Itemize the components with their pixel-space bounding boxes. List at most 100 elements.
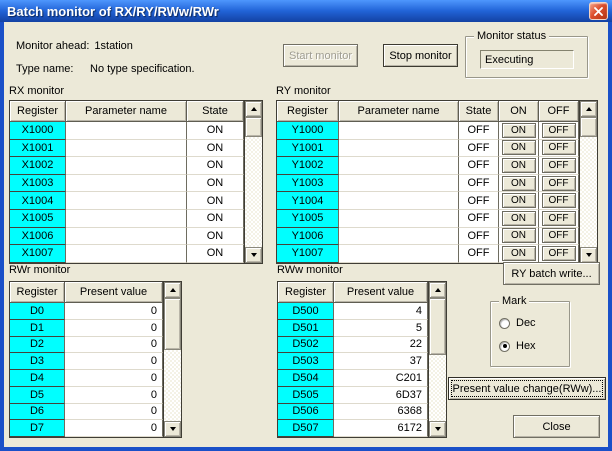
- rwr-value-cell: 0: [65, 387, 163, 404]
- ry-off-button[interactable]: OFF: [542, 140, 576, 155]
- rww-value-cell: 22: [334, 337, 428, 354]
- radio-hex-label: Hex: [516, 340, 536, 352]
- rww-register-cell: D503: [278, 353, 334, 370]
- ry-on-button[interactable]: ON: [502, 193, 536, 208]
- rx-scroll-down-button[interactable]: [245, 247, 262, 263]
- ry-on-button[interactable]: ON: [502, 228, 536, 243]
- ry-off-cell: OFF: [539, 140, 579, 158]
- rwr-grid: Register Present value D0 0 D1 0 D2 0 D3…: [10, 282, 163, 437]
- ry-on-cell: ON: [499, 122, 539, 140]
- mark-label: Mark: [499, 295, 529, 308]
- rww-header-register: Register: [278, 282, 334, 303]
- rx-state-cell: ON: [187, 192, 244, 210]
- ry-scroll-down-button[interactable]: [580, 247, 597, 263]
- ry-off-button[interactable]: OFF: [542, 246, 576, 261]
- rww-scroll-track[interactable]: [429, 355, 446, 421]
- ry-monitor-table: Register Parameter name State ON OFF Y10…: [276, 100, 598, 264]
- ry-off-button[interactable]: OFF: [542, 123, 576, 138]
- rwr-scroll-down-button[interactable]: [164, 421, 181, 437]
- rx-scroll-thumb[interactable]: [245, 117, 262, 137]
- ry-off-button[interactable]: OFF: [542, 193, 576, 208]
- ry-parameter-cell: [339, 192, 459, 210]
- rwr-scrollbar[interactable]: [163, 282, 181, 437]
- rww-scrollbar[interactable]: [428, 282, 446, 437]
- rww-register-cell: D501: [278, 320, 334, 337]
- rww-value-cell: 37: [334, 353, 428, 370]
- ry-scrollbar[interactable]: [579, 101, 597, 263]
- rx-state-cell: ON: [187, 245, 244, 263]
- ry-register-cell: Y1000: [277, 122, 339, 140]
- ry-on-cell: ON: [499, 140, 539, 158]
- rww-value-cell: 5: [334, 320, 428, 337]
- rx-scrollbar[interactable]: [244, 101, 262, 263]
- ry-parameter-cell: [339, 245, 459, 263]
- rx-scroll-up-button[interactable]: [245, 101, 262, 117]
- rww-scroll-thumb[interactable]: [429, 298, 446, 355]
- ry-parameter-cell: [339, 175, 459, 193]
- ry-off-button[interactable]: OFF: [542, 228, 576, 243]
- ry-on-button[interactable]: ON: [502, 211, 536, 226]
- radio-dec[interactable]: Dec: [499, 317, 536, 329]
- radio-hex[interactable]: Hex: [499, 340, 536, 352]
- rx-parameter-cell: [66, 175, 187, 193]
- ry-off-cell: OFF: [539, 122, 579, 140]
- start-monitor-button: Start monitor: [283, 44, 358, 67]
- close-button[interactable]: Close: [513, 415, 600, 438]
- ry-on-button[interactable]: ON: [502, 123, 536, 138]
- ry-state-cell: OFF: [459, 192, 499, 210]
- rx-monitor-label: RX monitor: [9, 85, 64, 98]
- rww-scroll-up-button[interactable]: [429, 282, 446, 298]
- rww-header-present-value: Present value: [334, 282, 428, 303]
- rx-scroll-track[interactable]: [245, 137, 262, 247]
- rwr-value-cell: 0: [65, 303, 163, 320]
- ry-header-state: State: [459, 101, 499, 122]
- arrow-down-icon: [586, 253, 592, 257]
- rwr-register-cell: D7: [10, 420, 65, 437]
- ry-batch-write-button[interactable]: RY batch write...: [503, 262, 600, 285]
- rww-register-cell: D504: [278, 370, 334, 387]
- window-title: Batch monitor of RX/RY/RWw/RWr: [7, 4, 589, 19]
- ry-scroll-thumb[interactable]: [580, 117, 597, 137]
- rwr-register-cell: D0: [10, 303, 65, 320]
- rwr-header-present-value: Present value: [65, 282, 163, 303]
- rwr-scroll-track[interactable]: [164, 350, 181, 421]
- rx-header-state: State: [187, 101, 244, 122]
- ry-header-off: OFF: [539, 101, 579, 122]
- present-value-change-button[interactable]: Present value change(RWw)...: [448, 377, 606, 400]
- rwr-scroll-thumb[interactable]: [164, 298, 181, 350]
- ry-state-cell: OFF: [459, 245, 499, 263]
- arrow-up-icon: [251, 107, 257, 111]
- stop-monitor-button[interactable]: Stop monitor: [383, 44, 458, 67]
- rwr-value-cell: 0: [65, 370, 163, 387]
- close-window-button[interactable]: [589, 2, 608, 20]
- ry-state-cell: OFF: [459, 140, 499, 158]
- ry-on-button[interactable]: ON: [502, 140, 536, 155]
- ry-scroll-up-button[interactable]: [580, 101, 597, 117]
- ry-on-button[interactable]: ON: [502, 246, 536, 261]
- rx-grid: Register Parameter name State X1000 ON X…: [10, 101, 244, 263]
- rx-register-cell: X1000: [10, 122, 66, 140]
- rwr-register-cell: D2: [10, 337, 65, 354]
- rwr-scroll-up-button[interactable]: [164, 282, 181, 298]
- ry-off-button[interactable]: OFF: [542, 211, 576, 226]
- rx-monitor-table: Register Parameter name State X1000 ON X…: [9, 100, 263, 264]
- rwr-register-cell: D5: [10, 387, 65, 404]
- ry-off-cell: OFF: [539, 175, 579, 193]
- ry-off-button[interactable]: OFF: [542, 158, 576, 173]
- ry-on-cell: ON: [499, 245, 539, 263]
- rx-register-cell: X1001: [10, 140, 66, 158]
- rww-scroll-down-button[interactable]: [429, 421, 446, 437]
- rwr-monitor-label: RWr monitor: [9, 264, 70, 277]
- rx-state-cell: ON: [187, 228, 244, 246]
- ry-state-cell: OFF: [459, 210, 499, 228]
- ry-off-cell: OFF: [539, 228, 579, 246]
- ry-parameter-cell: [339, 210, 459, 228]
- ry-on-button[interactable]: ON: [502, 176, 536, 191]
- ry-scroll-track[interactable]: [580, 137, 597, 247]
- ry-off-button[interactable]: OFF: [542, 176, 576, 191]
- ry-on-button[interactable]: ON: [502, 158, 536, 173]
- ry-on-cell: ON: [499, 157, 539, 175]
- rx-register-cell: X1005: [10, 210, 66, 228]
- ry-off-cell: OFF: [539, 210, 579, 228]
- ry-state-cell: OFF: [459, 122, 499, 140]
